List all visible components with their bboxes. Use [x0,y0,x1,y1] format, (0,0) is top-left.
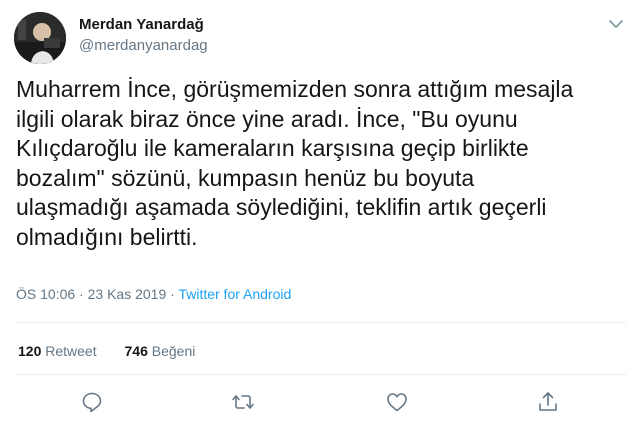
tweet-text: Muharrem İnce, görüşmemizden sonra attığ… [16,76,574,250]
retweet-icon[interactable] [231,390,255,414]
tweet-stats: 120 Retweet 746 Beğeni [18,343,219,359]
tweet-date[interactable]: 23 Kas 2019 [88,286,167,302]
share-icon[interactable] [536,390,560,414]
divider [16,322,626,323]
tweet-actions [0,390,640,414]
retweet-count: 120 [18,343,42,359]
retweet-label: Retweet [45,343,97,359]
divider [16,374,626,375]
heart-icon[interactable] [385,390,409,414]
like-label: Beğeni [151,343,196,359]
meta-separator: · [170,286,175,302]
chevron-down-icon[interactable] [606,14,626,34]
tweet-meta: ÖS 10:06 · 23 Kas 2019 · Twitter for And… [16,286,291,302]
avatar[interactable] [14,12,66,64]
like-count: 746 [124,343,148,359]
tweet-source-link[interactable]: Twitter for Android [178,286,291,302]
tweet-time[interactable]: ÖS 10:06 [16,286,75,302]
meta-separator: · [79,286,84,302]
retweet-stat[interactable]: 120 Retweet [18,343,97,359]
like-stat[interactable]: 746 Beğeni [125,343,196,359]
reply-icon[interactable] [80,390,104,414]
author-name[interactable]: Merdan Yanardağ [79,16,204,33]
author-handle[interactable]: @merdanyanardag [79,37,208,54]
